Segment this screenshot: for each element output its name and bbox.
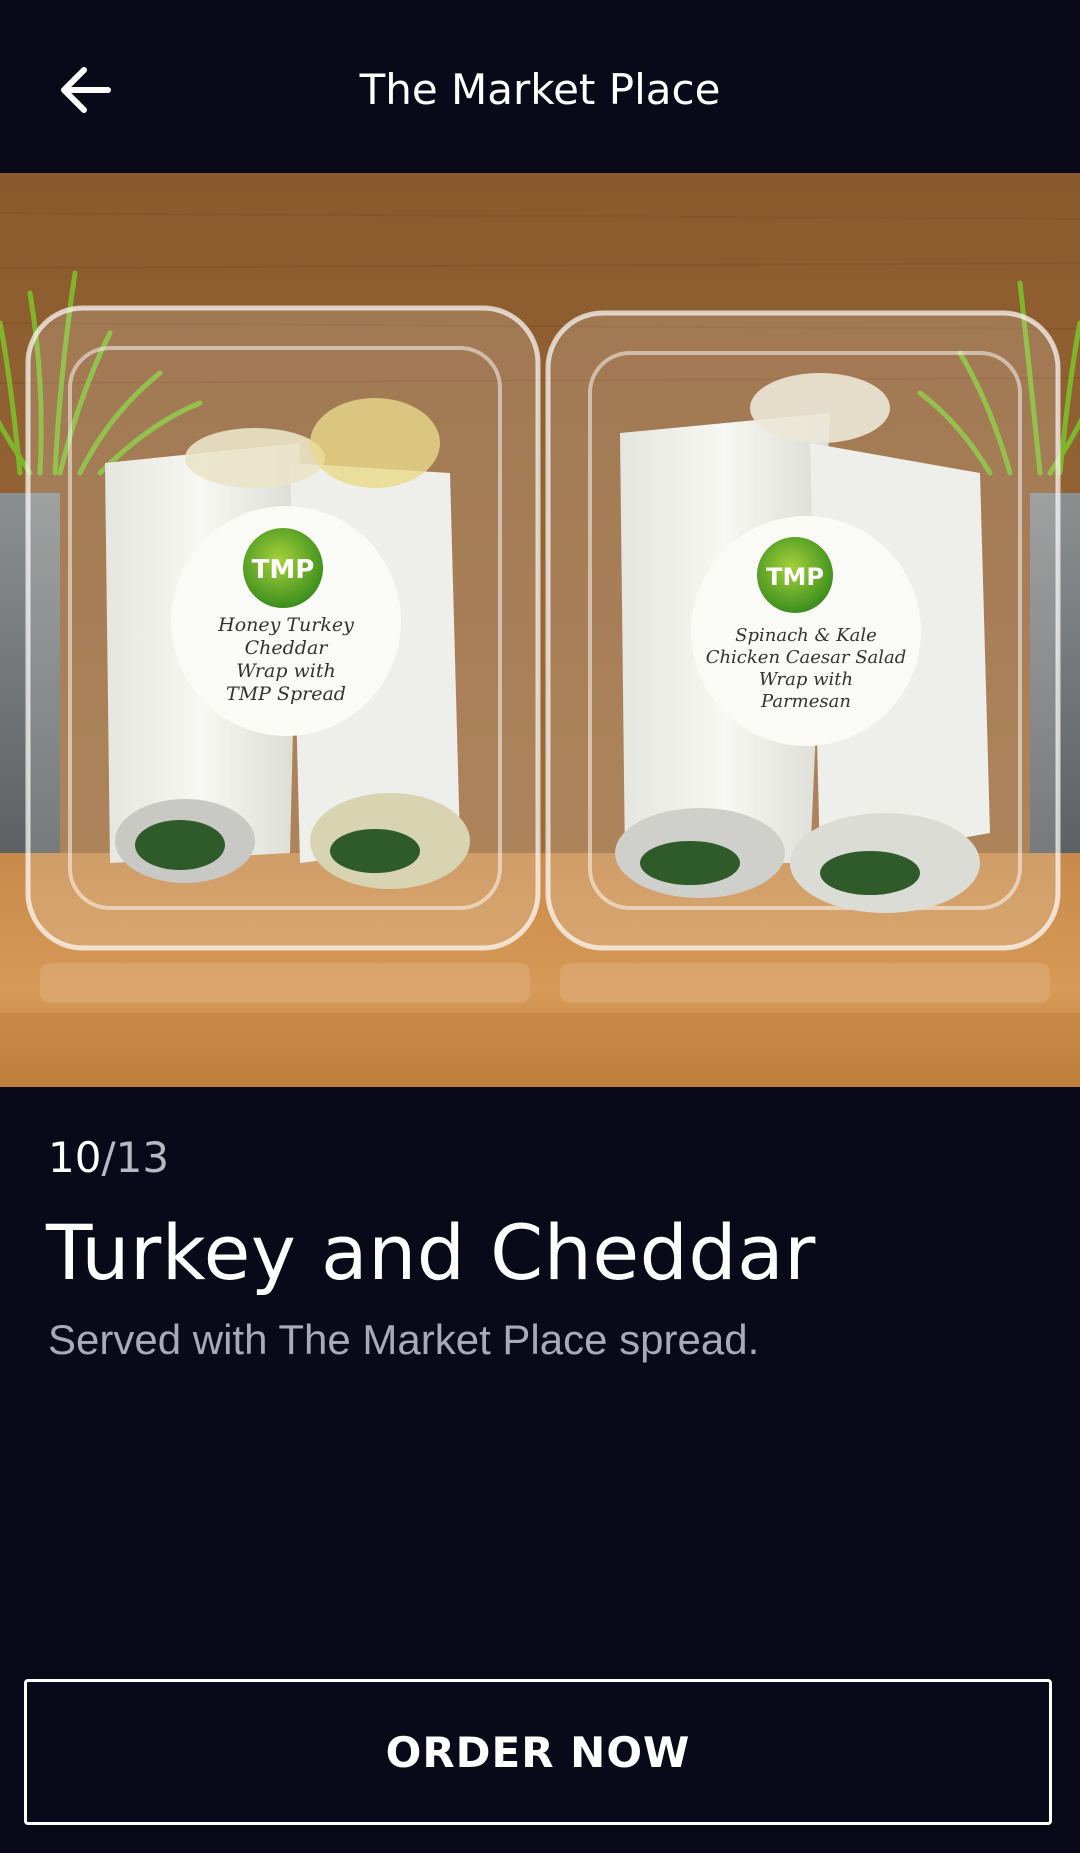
right-label-line-2: Chicken Caesar Salad [706,647,907,668]
right-label-line-3: Wrap with [759,669,853,690]
product-image: TMP Honey Turkey Cheddar Wrap with TMP S… [0,173,1080,1087]
product-description: Served with The Market Place spread. [48,1316,760,1363]
right-label-brand: TMP [766,563,824,591]
left-label-brand: TMP [252,555,315,585]
left-label-line-4: TMP Spread [226,683,346,705]
item-counter-separator: / [101,1133,116,1182]
left-label-line-1: Honey Turkey [217,614,354,636]
item-index: 10 [48,1133,102,1182]
right-label-line-1: Spinach & Kale [735,625,877,646]
product-title: Turkey and Cheddar [46,1208,816,1297]
item-counter: 10/13 [48,1130,169,1186]
app-header: The Market Place [0,0,1080,173]
item-total: 13 [115,1133,170,1182]
header-title: The Market Place [359,65,721,114]
right-label-line-4: Parmesan [760,691,851,712]
left-label-line-3: Wrap with [236,660,336,682]
left-label-line-2: Cheddar [245,637,330,659]
order-now-button[interactable]: ORDER NOW [24,1679,1052,1825]
